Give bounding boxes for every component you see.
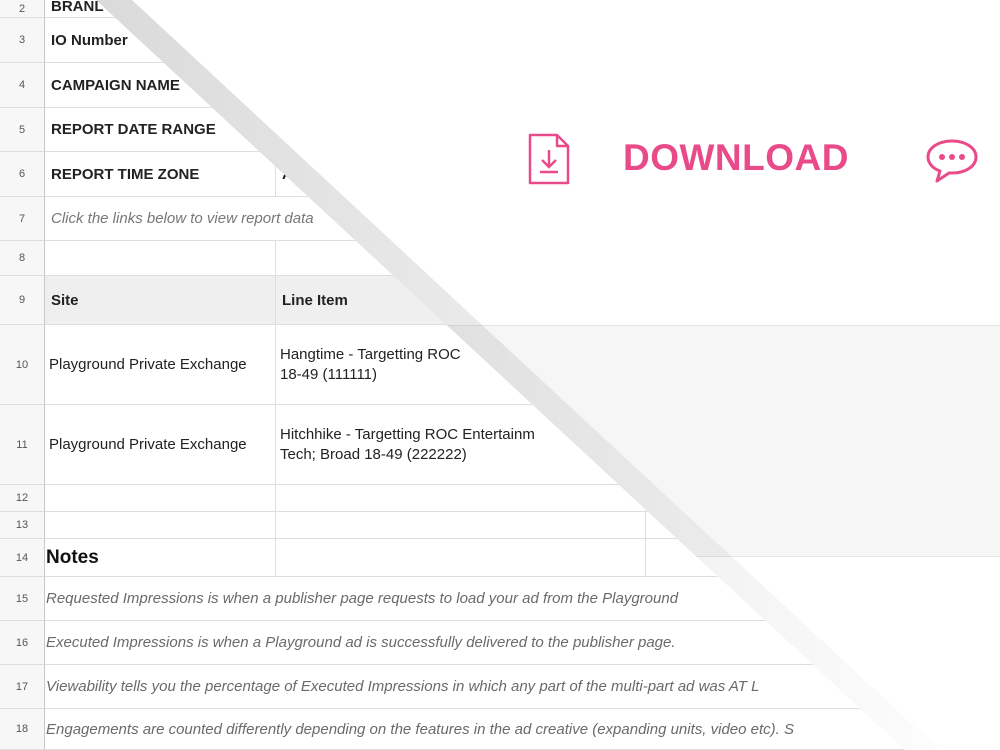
note-text: Engagements are counted differently depe…: [46, 720, 794, 738]
empty-cell[interactable]: [45, 241, 276, 275]
table-row: Engagements are counted differently depe…: [45, 709, 905, 750]
empty-cell[interactable]: [276, 539, 646, 576]
empty-cell[interactable]: [45, 512, 276, 538]
empty-cell[interactable]: [276, 512, 646, 538]
row-number: 10: [0, 325, 45, 405]
file-download-icon[interactable]: [527, 133, 571, 185]
row-number: 9: [0, 276, 45, 325]
row-number: 7: [0, 197, 45, 241]
row-number: 15: [0, 577, 45, 621]
row-number: 3: [0, 18, 45, 63]
column-header-site[interactable]: Site: [45, 276, 276, 324]
row-number: 8: [0, 241, 45, 276]
site-cell[interactable]: Playground Private Exchange: [45, 405, 276, 484]
cell-label[interactable]: REPORT TIME ZONE: [45, 152, 276, 196]
row-number: 18: [0, 709, 45, 750]
site-cell[interactable]: Playground Private Exchange: [45, 325, 276, 404]
row-number: 13: [0, 512, 45, 539]
row-number: 11: [0, 405, 45, 485]
empty-cell[interactable]: [45, 485, 276, 511]
row-number: 17: [0, 665, 45, 709]
row-number: 5: [0, 108, 45, 152]
row-number: 16: [0, 621, 45, 665]
empty-cell[interactable]: [276, 485, 646, 511]
row-number: 14: [0, 539, 45, 577]
notes-heading: Notes: [45, 539, 276, 576]
row-number: 2: [0, 0, 45, 18]
row-number: 4: [0, 63, 45, 108]
chat-bubble-icon[interactable]: [925, 138, 979, 184]
row-number: 6: [0, 152, 45, 197]
download-button[interactable]: DOWNLOAD: [623, 137, 849, 179]
row-number: 12: [0, 485, 45, 512]
